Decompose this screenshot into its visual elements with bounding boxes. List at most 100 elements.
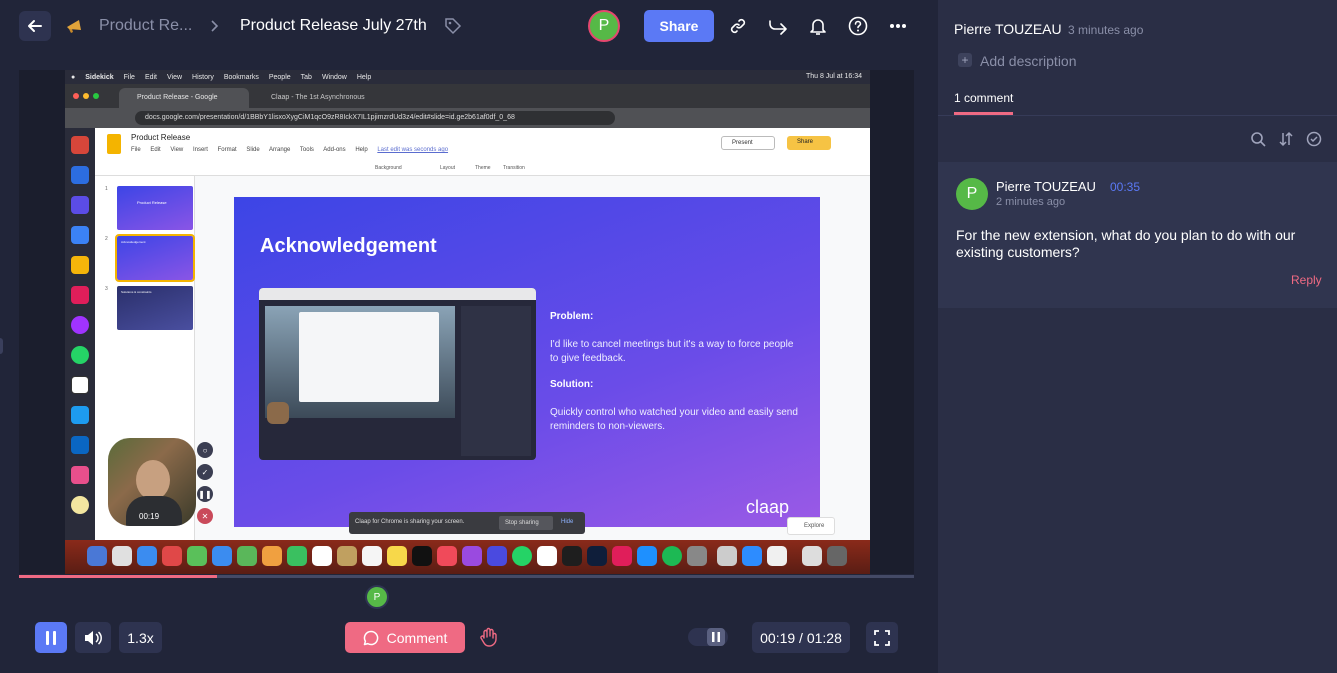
zoom-icon — [742, 546, 762, 566]
link-icon[interactable] — [727, 15, 749, 37]
solution-label: Solution: — [550, 379, 594, 390]
search-icon[interactable] — [1250, 131, 1266, 147]
plus-icon[interactable]: + — [958, 53, 972, 67]
explore-button: Explore — [787, 517, 835, 535]
more-icon[interactable] — [887, 15, 909, 37]
app-icon — [162, 546, 182, 566]
collapse-handle[interactable] — [0, 338, 3, 354]
miniplayer-toggle[interactable] — [688, 628, 728, 646]
browser-tab: Claap - The 1st Asynchronous — [271, 94, 365, 101]
photos-icon — [262, 546, 282, 566]
hide-button: Hide — [561, 519, 574, 525]
mac-menubar: ● Sidekick File Edit View History Bookma… — [65, 70, 870, 84]
breadcrumb-parent[interactable]: Product Re... — [99, 17, 192, 35]
divider — [938, 115, 1337, 116]
arrow-left-icon — [28, 20, 42, 32]
chat-bubble-icon: ○ — [197, 442, 213, 458]
video-player[interactable]: ● Sidekick File Edit View History Bookma… — [19, 70, 914, 574]
solution-text: Quickly control who watched your video a… — [550, 407, 798, 432]
webcam-face — [136, 460, 170, 500]
speed-button[interactable]: 1.3x — [119, 622, 162, 653]
pause-button[interactable] — [35, 622, 67, 653]
reply-button[interactable]: Reply — [1291, 273, 1322, 287]
progress-bar[interactable] — [19, 575, 914, 578]
music-icon — [437, 546, 457, 566]
menu-item: Help — [356, 73, 372, 81]
app-icon — [71, 466, 89, 484]
fullscreen-icon — [874, 629, 890, 646]
mac-clock: Thu 8 Jul at 16:34 — [805, 73, 862, 80]
docs-menu-item: Edit — [150, 147, 161, 153]
docs-menu-item: Arrange — [269, 147, 291, 153]
google-slides: Product Release File Edit View Insert Fo… — [95, 128, 870, 540]
launchpad-icon — [112, 546, 132, 566]
comment-author: Pierre TOUZEAU — [996, 179, 1096, 194]
menu-item: File — [123, 73, 135, 81]
comment-card[interactable]: P Pierre TOUZEAU 00:35 2 minutes ago For… — [938, 162, 1337, 308]
podcasts-icon — [462, 546, 482, 566]
b-avatar-icon — [71, 496, 89, 514]
docs-menu-item: File — [131, 147, 141, 153]
tab-comments[interactable]: 1 comment — [954, 91, 1013, 105]
docs-menu-item: Insert — [192, 147, 208, 153]
reaction-hand-icon[interactable] — [478, 626, 500, 648]
comment-icon — [363, 630, 378, 645]
calendar-icon — [71, 166, 89, 184]
page-title[interactable]: Product Release July 27th — [240, 17, 427, 35]
user-avatar[interactable]: P — [588, 10, 620, 42]
doc-title: Product Release — [131, 133, 191, 142]
browser-tab: Product Release - Google — [119, 88, 249, 108]
volume-button[interactable] — [75, 622, 111, 653]
thumb-number: 2 — [105, 236, 108, 242]
slack-icon — [71, 286, 89, 304]
maps-icon — [237, 546, 257, 566]
fullscreen-button[interactable] — [866, 622, 898, 653]
comment-timestamp-link[interactable]: 00:35 — [1110, 180, 1140, 194]
drive-icon — [71, 256, 89, 274]
top-bar: Product Re... Product Release July 27th … — [0, 0, 938, 52]
sort-icon[interactable] — [1278, 131, 1294, 147]
linkedin-icon — [71, 436, 89, 454]
comment-text: For the new extension, what do you plan … — [956, 227, 1296, 260]
share-button[interactable]: Share — [644, 10, 714, 42]
comment-button[interactable]: Comment — [345, 622, 465, 653]
comment-marker[interactable]: P — [365, 585, 389, 609]
bell-icon[interactable] — [807, 15, 829, 37]
calendar-dock-icon: 8 — [312, 546, 332, 566]
add-description-button[interactable]: Add description — [980, 53, 1077, 69]
screen-sharing-bar: Claap for Chrome is sharing your screen.… — [349, 512, 585, 534]
forward-icon[interactable] — [767, 15, 789, 37]
docs-menu-item: Add-ons — [323, 147, 346, 153]
chevron-right-icon — [211, 20, 219, 32]
claap-icon — [71, 196, 89, 214]
comment-time: 2 minutes ago — [996, 196, 1066, 208]
photoshop-icon — [587, 546, 607, 566]
docs-menu-item: Tools — [299, 147, 314, 153]
figma-icon — [562, 546, 582, 566]
app-icon — [802, 546, 822, 566]
appstore-icon — [637, 546, 657, 566]
tag-icon[interactable] — [444, 17, 462, 35]
minimize-dot-icon — [83, 93, 89, 99]
maximize-dot-icon — [93, 93, 99, 99]
docs-share-button: Share — [787, 136, 831, 150]
back-button[interactable] — [19, 11, 51, 41]
docs-menu-item: View — [170, 147, 184, 153]
problem-label: Problem: — [550, 311, 594, 322]
megaphone-icon — [67, 20, 81, 33]
safari-icon — [137, 546, 157, 566]
help-icon[interactable] — [847, 15, 869, 37]
check-circle-icon[interactable] — [1306, 131, 1322, 147]
claap-logo: claap — [746, 497, 790, 517]
menu-item: Bookmarks — [223, 73, 259, 81]
toolbar-item: Theme — [475, 165, 491, 171]
gmail-icon — [71, 136, 89, 154]
app-icon — [717, 546, 737, 566]
browser-tab-strip: Product Release - Google Claap - The 1st… — [65, 84, 870, 108]
sharing-text: Claap for Chrome is sharing your screen. — [355, 519, 465, 525]
menu-item: Tab — [300, 73, 312, 81]
contacts-icon — [337, 546, 357, 566]
webcam-timer: 00:19 — [139, 512, 160, 521]
tv-icon — [412, 546, 432, 566]
messages-icon — [187, 546, 207, 566]
